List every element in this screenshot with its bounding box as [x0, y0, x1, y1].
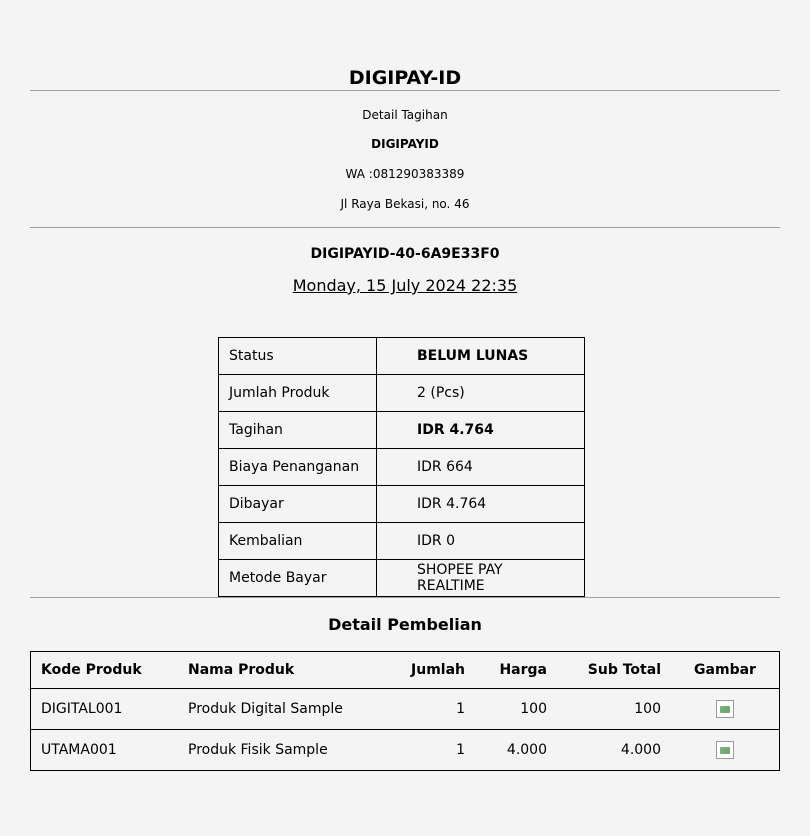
- col-header-code: Kode Produk: [30, 651, 178, 689]
- payment-summary-table: Status BELUM LUNAS Jumlah Produk 2 (Pcs) Tag…: [218, 337, 585, 597]
- product-image-cell: [671, 729, 780, 771]
- invoice-heading: Detail Tagihan: [362, 108, 448, 122]
- divider: [30, 597, 780, 598]
- purchase-table: Kode Produk Nama Produk Jumlah Harga Sub…: [30, 651, 780, 771]
- summary-value: IDR 664: [376, 448, 585, 486]
- purchase-title: Detail Pembelian: [328, 615, 482, 634]
- table-header-row: Kode Produk Nama Produk Jumlah Harga Sub…: [30, 651, 780, 689]
- product-qty: 1: [393, 729, 475, 771]
- broken-image-icon: [716, 741, 734, 759]
- summary-label: Metode Bayar: [218, 559, 377, 597]
- summary-value: SHOPEE PAY REALTIME: [376, 559, 585, 597]
- merchant-address: Jl Raya Bekasi, no. 46: [340, 197, 470, 211]
- summary-row: Biaya Penanganan IDR 664: [218, 448, 585, 486]
- summary-row: Status BELUM LUNAS: [218, 337, 585, 375]
- invoice-date: Monday, 15 July 2024 22:35: [292, 276, 518, 295]
- col-header-image: Gambar: [671, 651, 780, 689]
- invoice-id: DIGIPAYID-40-6A9E33F0: [310, 246, 500, 262]
- col-header-price: Harga: [475, 651, 557, 689]
- summary-label: Jumlah Produk: [218, 374, 377, 412]
- table-row: DIGITAL001 Produk Digital Sample 1 100 100: [30, 688, 780, 730]
- product-image-cell: [671, 688, 780, 730]
- summary-label: Kembalian: [218, 522, 377, 560]
- col-header-qty: Jumlah: [393, 651, 475, 689]
- summary-value: IDR 4.764: [376, 485, 585, 523]
- summary-value: IDR 4.764: [376, 411, 585, 449]
- summary-row: Dibayar IDR 4.764: [218, 485, 585, 523]
- product-code: DIGITAL001: [30, 688, 178, 730]
- product-subtotal: 100: [557, 688, 671, 730]
- summary-label: Tagihan: [218, 411, 377, 449]
- table-row: UTAMA001 Produk Fisik Sample 1 4.000 4.000: [30, 729, 780, 771]
- col-header-subtotal: Sub Total: [557, 651, 671, 689]
- summary-row: Tagihan IDR 4.764: [218, 411, 585, 449]
- invoice-page: DIGIPAY-ID Detail Tagihan DIGIPAYID WA :…: [30, 0, 780, 771]
- product-name: Produk Fisik Sample: [178, 729, 393, 771]
- product-name: Produk Digital Sample: [178, 688, 393, 730]
- merchant-name: DIGIPAYID: [371, 137, 439, 151]
- merchant-phone: WA :081290383389: [345, 167, 465, 181]
- summary-row: Jumlah Produk 2 (Pcs): [218, 374, 585, 412]
- col-header-name: Nama Produk: [178, 651, 393, 689]
- divider: [30, 227, 780, 228]
- summary-label: Status: [218, 337, 377, 375]
- brand-title: DIGIPAY-ID: [348, 67, 462, 89]
- product-code: UTAMA001: [30, 729, 178, 771]
- summary-label: Dibayar: [218, 485, 377, 523]
- merchant-info: Detail Tagihan DIGIPAYID WA :08129038338…: [30, 91, 780, 211]
- summary-label: Biaya Penanganan: [218, 448, 377, 486]
- product-qty: 1: [393, 688, 475, 730]
- summary-value: BELUM LUNAS: [376, 337, 585, 375]
- product-price: 100: [475, 688, 557, 730]
- summary-value: 2 (Pcs): [376, 374, 585, 412]
- summary-value: IDR 0: [376, 522, 585, 560]
- broken-image-icon: [716, 700, 734, 718]
- product-price: 4.000: [475, 729, 557, 771]
- summary-row: Kembalian IDR 0: [218, 522, 585, 560]
- summary-row: Metode Bayar SHOPEE PAY REALTIME: [218, 559, 585, 597]
- product-subtotal: 4.000: [557, 729, 671, 771]
